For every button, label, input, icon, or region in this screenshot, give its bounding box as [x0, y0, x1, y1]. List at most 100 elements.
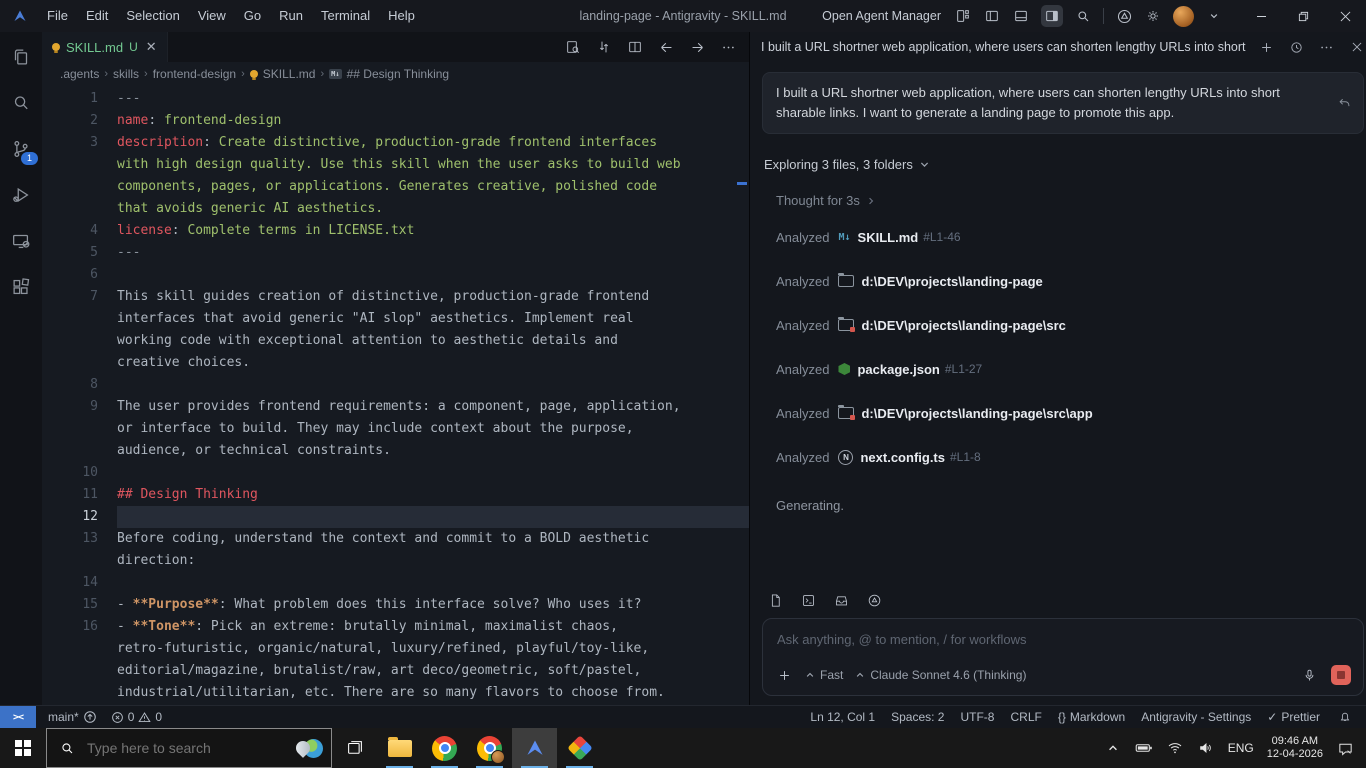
- code-line[interactable]: 5---: [42, 242, 749, 264]
- code-line[interactable]: 11## Design Thinking: [42, 484, 749, 506]
- tab-close-icon[interactable]: ✕: [146, 39, 157, 55]
- open-preview-icon[interactable]: [564, 38, 582, 56]
- close-window-button[interactable]: [1324, 0, 1366, 32]
- language-mode[interactable]: {} Markdown: [1058, 710, 1125, 724]
- split-editor-icon[interactable]: [626, 38, 644, 56]
- taskbar-clock[interactable]: 09:46 AM 12-04-2026: [1267, 735, 1323, 761]
- terminal-icon[interactable]: [799, 591, 817, 609]
- code-editor[interactable]: 1---2name: frontend-design3description: …: [42, 86, 749, 706]
- input-language[interactable]: ENG: [1228, 741, 1254, 755]
- close-panel-icon[interactable]: [1348, 38, 1366, 56]
- mode-selector[interactable]: Fast: [805, 668, 843, 682]
- toggle-left-sidebar-icon[interactable]: [983, 7, 1001, 25]
- encoding[interactable]: UTF-8: [960, 710, 994, 724]
- chat-step[interactable]: Analyzedd:\DEV\projects\landing-page\src: [776, 303, 1366, 347]
- dev-app-button[interactable]: [557, 728, 602, 768]
- code-line[interactable]: editorial/magazine, brutalist/raw, art d…: [42, 660, 749, 682]
- code-line[interactable]: that avoids generic AI aesthetics.: [42, 198, 749, 220]
- toggle-right-sidebar-icon[interactable]: [1041, 5, 1063, 27]
- chat-input-box[interactable]: Fast Claude Sonnet 4.6 (Thinking): [762, 618, 1364, 696]
- remote-indicator[interactable]: ><: [0, 706, 36, 728]
- file-link[interactable]: SKILL.md: [858, 230, 919, 245]
- open-agent-manager-button[interactable]: Open Agent Manager: [822, 9, 941, 23]
- code-line[interactable]: components, pages, or applications. Gene…: [42, 176, 749, 198]
- code-line[interactable]: 9The user provides frontend requirements…: [42, 396, 749, 418]
- code-line[interactable]: 14: [42, 572, 749, 594]
- model-selector[interactable]: Claude Sonnet 4.6 (Thinking): [855, 668, 1026, 682]
- chat-step[interactable]: AnalyzedNnext.config.ts#L1-8: [776, 435, 1366, 479]
- code-line[interactable]: 12: [42, 506, 749, 528]
- menu-selection[interactable]: Selection: [117, 0, 188, 32]
- indentation[interactable]: Spaces: 2: [891, 710, 944, 724]
- code-line[interactable]: 4license: Complete terms in LICENSE.txt: [42, 220, 749, 242]
- chrome-button[interactable]: [422, 728, 467, 768]
- chrome-profile-button[interactable]: [467, 728, 512, 768]
- code-line[interactable]: or interface to build. They may include …: [42, 418, 749, 440]
- user-message-card[interactable]: I built a URL shortner web application, …: [762, 72, 1364, 134]
- volume-icon[interactable]: [1197, 739, 1215, 757]
- problems-item[interactable]: 0 0: [111, 710, 162, 724]
- compare-changes-icon[interactable]: [595, 38, 613, 56]
- chat-step[interactable]: Analyzedpackage.json#L1-27: [776, 347, 1366, 391]
- wifi-icon[interactable]: [1166, 739, 1184, 757]
- search-icon[interactable]: [1074, 7, 1092, 25]
- breadcrumb-item[interactable]: .agents: [60, 67, 99, 81]
- source-control-icon[interactable]: 1: [2, 130, 40, 168]
- code-line[interactable]: 13Before coding, understand the context …: [42, 528, 749, 550]
- code-line[interactable]: direction:: [42, 550, 749, 572]
- exploring-summary[interactable]: Exploring 3 files, 3 folders: [764, 157, 1366, 172]
- taskbar-search-input[interactable]: [85, 739, 296, 757]
- explorer-icon[interactable]: [2, 38, 40, 76]
- new-chat-icon[interactable]: [1258, 38, 1276, 56]
- battery-icon[interactable]: [1135, 739, 1153, 757]
- taskbar-search[interactable]: [46, 728, 332, 768]
- file-explorer-button[interactable]: [377, 728, 422, 768]
- user-avatar[interactable]: [1173, 6, 1194, 27]
- settings-gear-icon[interactable]: [1144, 7, 1162, 25]
- chat-step[interactable]: Analyzedd:\DEV\projects\landing-page: [776, 259, 1366, 303]
- notifications-bell-icon[interactable]: [1336, 708, 1354, 726]
- file-link[interactable]: d:\DEV\projects\landing-page\src\app: [861, 406, 1092, 421]
- restore-button[interactable]: [1282, 0, 1324, 32]
- code-line[interactable]: 16- **Tone**: Pick an extreme: brutally …: [42, 616, 749, 638]
- code-line[interactable]: working code with exceptional attention …: [42, 330, 749, 352]
- code-line[interactable]: 1---: [42, 88, 749, 110]
- menu-go[interactable]: Go: [235, 0, 270, 32]
- menu-file[interactable]: File: [38, 0, 77, 32]
- code-line[interactable]: retro-futuristic, organic/natural, luxur…: [42, 638, 749, 660]
- eol-sequence[interactable]: CRLF: [1010, 710, 1041, 724]
- code-line[interactable]: 2name: frontend-design: [42, 110, 749, 132]
- code-line[interactable]: 3description: Create distinctive, produc…: [42, 132, 749, 154]
- remote-explorer-icon[interactable]: [2, 222, 40, 260]
- navigate-forward-icon[interactable]: [688, 38, 706, 56]
- cursor-position[interactable]: Ln 12, Col 1: [810, 710, 875, 724]
- menu-view[interactable]: View: [189, 0, 235, 32]
- start-button[interactable]: [0, 728, 46, 768]
- thought-summary[interactable]: Thought for 3s: [776, 193, 1366, 208]
- chevron-down-icon[interactable]: [1205, 7, 1223, 25]
- git-branch-item[interactable]: main*: [48, 710, 97, 724]
- code-line[interactable]: 15- **Purpose**: What problem does this …: [42, 594, 749, 616]
- history-icon[interactable]: [1288, 38, 1306, 56]
- breadcrumb-item[interactable]: frontend-design: [153, 67, 236, 81]
- chat-conversation-title[interactable]: I built a URL shortner web application, …: [761, 40, 1246, 54]
- code-line[interactable]: industrial/utilitarian, etc. There are s…: [42, 682, 749, 704]
- browser-icon[interactable]: [1115, 7, 1133, 25]
- menu-run[interactable]: Run: [270, 0, 312, 32]
- code-line[interactable]: creative choices.: [42, 352, 749, 374]
- hidden-icons-chevron[interactable]: [1104, 739, 1122, 757]
- breadcrumb-item[interactable]: SKILL.md: [263, 67, 316, 81]
- chat-step[interactable]: Analyzedd:\DEV\projects\landing-page\src…: [776, 391, 1366, 435]
- add-context-icon[interactable]: [775, 666, 793, 684]
- inbox-icon[interactable]: [832, 591, 850, 609]
- minimize-button[interactable]: [1240, 0, 1282, 32]
- run-debug-icon[interactable]: [2, 176, 40, 214]
- chat-more-icon[interactable]: [1318, 38, 1336, 56]
- search-sidebar-icon[interactable]: [2, 84, 40, 122]
- file-link[interactable]: next.config.ts: [860, 450, 945, 465]
- file-link[interactable]: d:\DEV\projects\landing-page\src: [861, 318, 1065, 333]
- tab-skill-md[interactable]: SKILL.md U ✕: [42, 32, 168, 62]
- menu-help[interactable]: Help: [379, 0, 424, 32]
- file-link[interactable]: d:\DEV\projects\landing-page: [861, 274, 1042, 289]
- menu-terminal[interactable]: Terminal: [312, 0, 379, 32]
